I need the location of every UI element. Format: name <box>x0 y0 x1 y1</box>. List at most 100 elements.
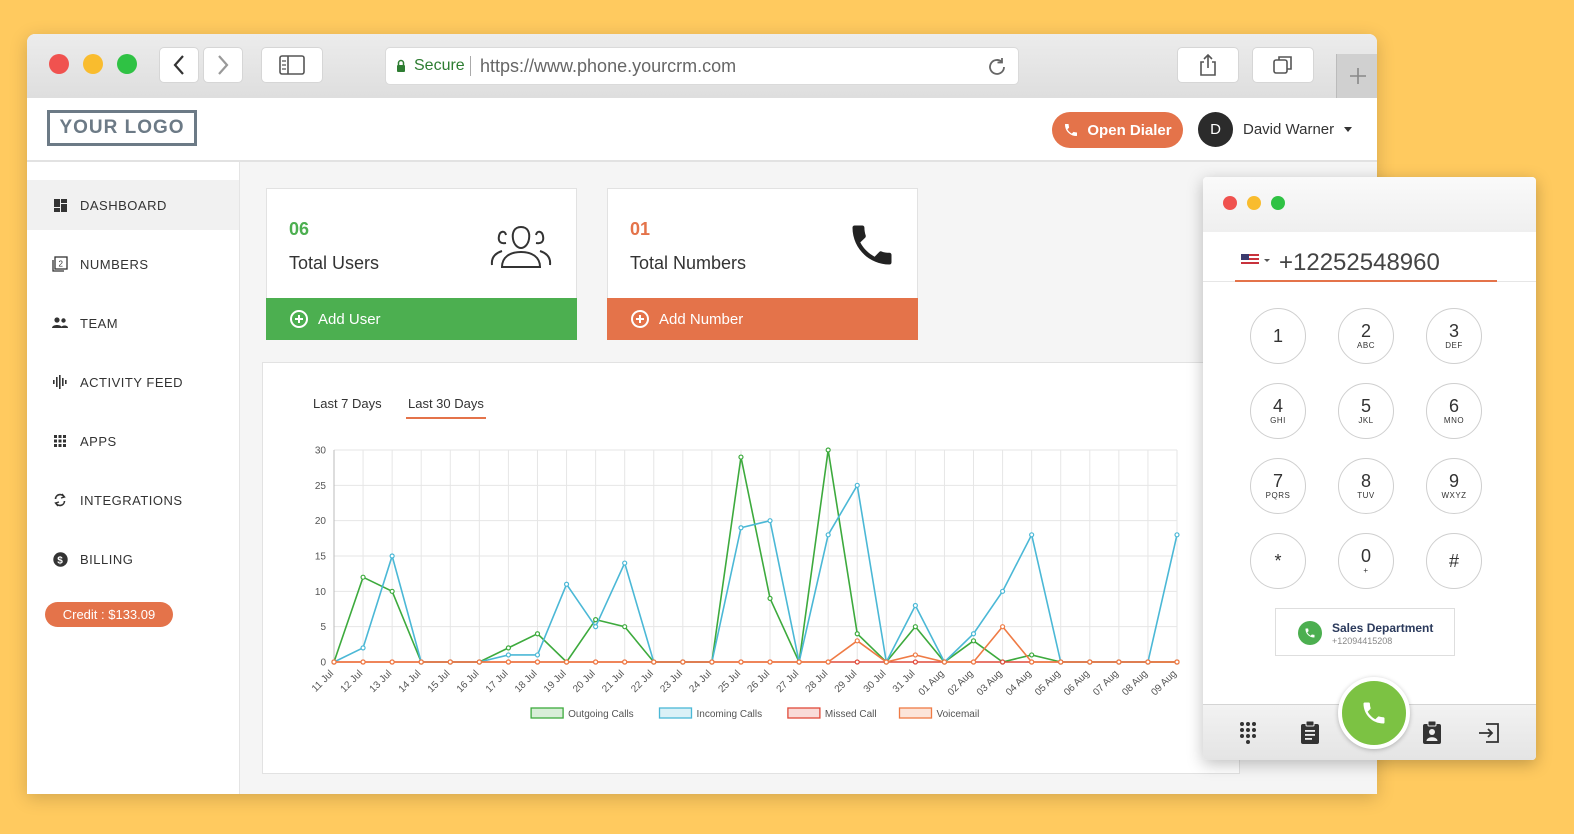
sidebar-item-team[interactable]: TEAM <box>27 298 239 348</box>
key-digit: 0 <box>1360 546 1371 566</box>
key-digit: 2 <box>1360 321 1371 341</box>
x-tick-label: 14 Jul <box>397 668 424 695</box>
data-point <box>999 624 1006 630</box>
avatar[interactable]: D <box>1198 112 1233 147</box>
x-tick-label: 24 Jul <box>687 668 714 695</box>
phone-icon <box>852 225 892 265</box>
key-hash[interactable]: # <box>1426 533 1482 589</box>
add-number-label: Add Number <box>659 310 744 328</box>
data-point <box>970 638 977 644</box>
call-button[interactable] <box>1338 677 1410 749</box>
dialer-close-button[interactable] <box>1223 196 1237 210</box>
contacts-icon[interactable] <box>1422 721 1442 745</box>
data-point <box>825 532 831 538</box>
total-users-count: 06 <box>289 219 310 239</box>
total-numbers-label: Total Numbers <box>630 253 747 273</box>
key-digit: 8 <box>1360 471 1371 491</box>
chevron-left-icon <box>173 55 184 75</box>
key-5[interactable]: 5 JKL <box>1338 383 1394 439</box>
secure-label: Secure <box>414 57 465 74</box>
new-tab-button[interactable] <box>1336 54 1377 98</box>
sidebar-item-integrations[interactable]: INTEGRATIONS <box>27 475 239 525</box>
key-8[interactable]: 8 TUV <box>1338 458 1394 514</box>
x-tick-label: 11 Jul <box>310 668 336 694</box>
sidebar-item-numbers[interactable]: 2 NUMBERS <box>27 239 239 289</box>
reload-icon[interactable] <box>986 56 1008 78</box>
svg-text:$: $ <box>57 555 63 566</box>
user-name[interactable]: David Warner <box>1243 121 1334 138</box>
x-tick-label: 06 Aug <box>1062 668 1092 698</box>
logo[interactable]: YOUR LOGO <box>47 110 197 146</box>
keypad-icon[interactable] <box>1239 721 1257 745</box>
key-letters: MNO <box>1443 416 1465 425</box>
data-point <box>1058 659 1064 665</box>
add-user-button[interactable]: Add User <box>266 298 577 340</box>
data-point <box>680 659 686 665</box>
caret-down-icon[interactable] <box>1344 127 1352 133</box>
maximize-window-button[interactable] <box>117 54 137 74</box>
close-window-button[interactable] <box>49 54 69 74</box>
x-tick-label: 04 Aug <box>1004 668 1034 698</box>
share-button[interactable] <box>1177 47 1239 83</box>
key-9[interactable]: 9 WXYZ <box>1426 458 1482 514</box>
key-letters: JKL <box>1358 416 1374 425</box>
sidebar-toggle-button[interactable] <box>261 47 323 83</box>
data-point <box>505 652 512 658</box>
data-point <box>738 525 744 531</box>
open-dialer-button[interactable]: Open Dialer <box>1052 112 1183 148</box>
key-1[interactable]: 1 <box>1250 308 1306 364</box>
sidebar-item-activity-feed[interactable]: ACTIVITY FEED <box>27 357 239 407</box>
clipboard-icon[interactable] <box>1300 721 1320 745</box>
key-letters: ABC <box>1357 341 1375 350</box>
key-4[interactable]: 4 GHI <box>1250 383 1306 439</box>
data-point <box>825 447 831 453</box>
forward-button[interactable] <box>203 47 243 83</box>
key-star[interactable]: * <box>1250 533 1306 589</box>
key-6[interactable]: 6 MNO <box>1426 383 1482 439</box>
minimize-window-button[interactable] <box>83 54 103 74</box>
data-point <box>593 624 599 630</box>
dialer-minimize-button[interactable] <box>1247 196 1261 210</box>
dashboard-icon <box>52 197 68 213</box>
lock-icon <box>397 59 405 72</box>
y-tick-label: 30 <box>315 446 327 457</box>
data-point <box>593 659 599 665</box>
sidebar-item-billing[interactable]: $ BILLING <box>27 534 239 584</box>
x-tick-label: 15 Jul <box>426 668 453 695</box>
dialer-maximize-button[interactable] <box>1271 196 1285 210</box>
key-letters: PQRS <box>1265 491 1291 500</box>
add-number-button[interactable]: Add Number <box>607 298 918 340</box>
data-point <box>593 617 599 623</box>
x-tick-label: 22 Jul <box>629 668 656 695</box>
data-point <box>767 659 773 665</box>
sidebar-item-dashboard[interactable]: DASHBOARD <box>27 180 239 230</box>
data-point <box>1087 659 1093 665</box>
series-line <box>334 625 1177 663</box>
tabs-button[interactable] <box>1252 47 1314 83</box>
total-numbers-card: 01 Total Numbers Add Number <box>607 188 918 340</box>
calls-line-chart: 0 5 10 15 20 25 30 11 Jul 12 Jul 13 Jul 14 Jul 15 J… <box>310 446 1180 720</box>
address-bar[interactable]: Secure https://www.phone.yourcrm.com <box>385 47 1019 85</box>
url-text: https://www.phone.yourcrm.com <box>480 56 737 76</box>
url-divider <box>470 56 471 76</box>
x-tick-label: 18 Jul <box>513 668 540 695</box>
sidebar-item-apps[interactable]: APPS <box>27 416 239 466</box>
phone-icon <box>1065 124 1078 136</box>
team-icon <box>52 315 68 331</box>
us-flag-icon[interactable] <box>1241 254 1271 268</box>
data-point <box>389 588 395 594</box>
caller-id-selector[interactable]: Sales Department +12094415208 <box>1275 608 1455 656</box>
x-tick-label: 02 Aug <box>946 668 976 698</box>
data-point <box>709 659 715 665</box>
data-point <box>854 638 860 644</box>
data-point <box>563 659 570 665</box>
data-point <box>651 659 657 665</box>
key-0[interactable]: 0 + <box>1338 533 1394 589</box>
key-7[interactable]: 7 PQRS <box>1250 458 1306 514</box>
back-button[interactable] <box>159 47 199 83</box>
key-letters: TUV <box>1357 491 1375 500</box>
key-2[interactable]: 2 ABC <box>1338 308 1394 364</box>
phone-number-input[interactable]: +12252548960 <box>1279 249 1440 277</box>
key-3[interactable]: 3 DEF <box>1426 308 1482 364</box>
logout-icon[interactable] <box>1478 723 1500 743</box>
